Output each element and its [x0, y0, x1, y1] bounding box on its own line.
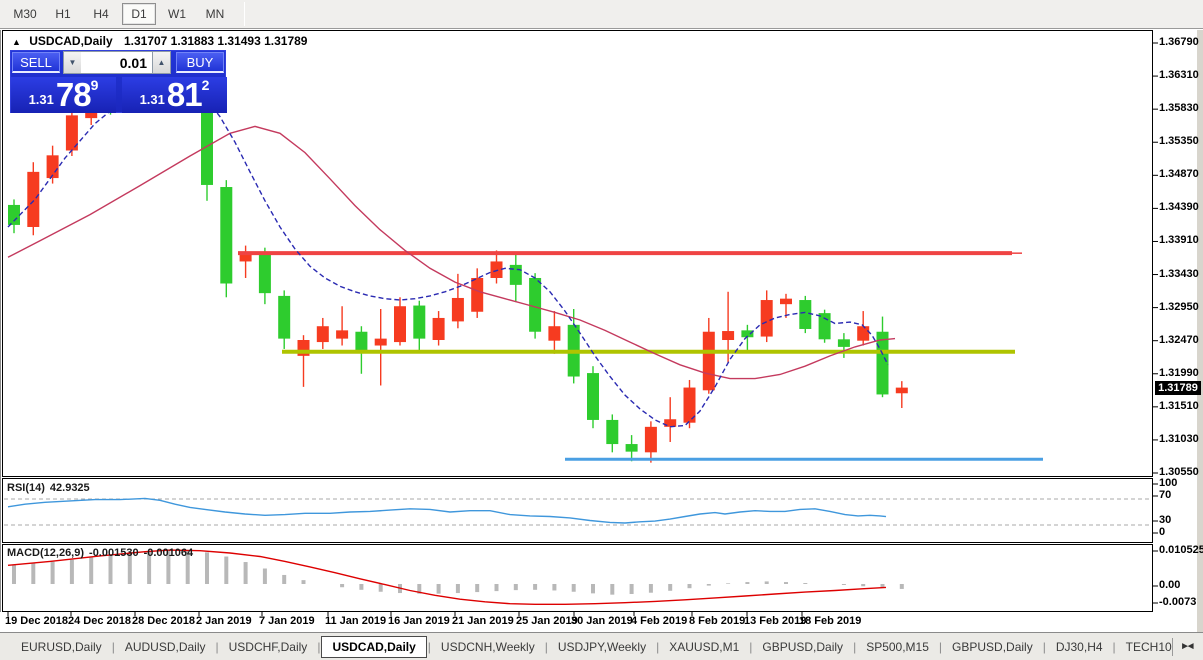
price-axis-label: 1.35830: [1159, 102, 1199, 114]
sell-button[interactable]: SELL: [12, 52, 60, 73]
price-axis-label: 1.36790: [1159, 36, 1199, 48]
tab-separator: |: [656, 640, 659, 654]
price-axis-label: 1.31990: [1159, 367, 1199, 379]
indicator-axis-label: 0.00: [1159, 579, 1180, 591]
trading-platform-window: M30H1H4D1W1MN ▲ USDCAD,Daily 1.31707 1.3…: [0, 0, 1203, 660]
tab-separator: |: [749, 640, 752, 654]
indicator-axis-label: -0.0073: [1159, 596, 1196, 608]
date-axis-label: 11 Jan 2019: [325, 615, 386, 627]
date-axis-label: 4 Feb 2019: [631, 615, 687, 627]
chart-tab-gbpusd-daily[interactable]: GBPUSD,Daily: [753, 636, 852, 658]
price-axis-label: 1.31030: [1159, 433, 1199, 445]
date-axis-label: 19 Dec 2018: [5, 615, 68, 627]
tab-scroll-right-icon[interactable]: ►: [1175, 641, 1195, 652]
chart-tab-audusd-daily[interactable]: AUDUSD,Daily: [116, 636, 215, 658]
date-axis-label: 30 Jan 2019: [571, 615, 633, 627]
collapse-triangle-icon[interactable]: ▲: [12, 37, 21, 47]
buy-price-point: 2: [202, 79, 210, 91]
rsi-name-label: RSI(14): [7, 482, 45, 494]
date-axis-label: 7 Jan 2019: [259, 615, 315, 627]
tab-separator: |: [317, 640, 320, 654]
date-axis-label: 24 Dec 2018: [68, 615, 131, 627]
chart-tab-sp500-m15[interactable]: SP500,M15: [857, 636, 938, 658]
rsi-value: 42.9325: [50, 482, 90, 494]
volume-increase-button[interactable]: ▲: [152, 51, 171, 74]
date-axis-label: 16 Jan 2019: [388, 615, 450, 627]
sell-price-point: 9: [91, 79, 99, 91]
macd-value-main: -0.001530: [89, 547, 139, 559]
volume-decrease-button[interactable]: ▼: [63, 51, 82, 74]
tabbar-divider: [1172, 638, 1173, 656]
chart-tab-usdjpy-weekly[interactable]: USDJPY,Weekly: [549, 636, 655, 658]
price-axis-label: 1.34870: [1159, 168, 1199, 180]
indicator-axis-label: 0: [1159, 526, 1165, 538]
tab-separator: |: [1043, 640, 1046, 654]
chart-tabbar: EURUSD,Daily|AUDUSD,Daily|USDCHF,Daily|U…: [0, 632, 1203, 660]
date-axis-label: 2 Jan 2019: [196, 615, 252, 627]
chart-title: ▲ USDCAD,Daily 1.31707 1.31883 1.31493 1…: [12, 34, 307, 48]
tab-separator: |: [216, 640, 219, 654]
price-axis-label: 1.33430: [1159, 268, 1199, 280]
sell-price-prefix: 1.31: [29, 90, 54, 110]
volume-input[interactable]: [81, 51, 153, 74]
macd-name-label: MACD(12,26,9): [7, 547, 84, 559]
chart-tab-gbpusd-daily[interactable]: GBPUSD,Daily: [943, 636, 1042, 658]
chart-symbol-label: USDCAD,Daily: [29, 34, 112, 48]
price-axis-label: 1.32470: [1159, 334, 1199, 346]
price-axis-label: 1.33910: [1159, 234, 1199, 246]
indicator-axis-label: 0.010525: [1159, 544, 1203, 556]
chart-tab-usdcad-daily[interactable]: USDCAD,Daily: [321, 636, 426, 658]
buy-button[interactable]: BUY: [176, 52, 224, 73]
date-axis-label: 8 Feb 2019: [689, 615, 745, 627]
indicator-axis-label: 30: [1159, 514, 1171, 526]
tab-separator: |: [112, 640, 115, 654]
tab-separator: |: [428, 640, 431, 654]
date-axis-label: 28 Dec 2018: [132, 615, 195, 627]
window-edge: [0, 30, 1, 612]
tab-separator: |: [545, 640, 548, 654]
price-axis-label: 1.31510: [1159, 400, 1199, 412]
chart-tab-dj30-h4[interactable]: DJ30,H4: [1047, 636, 1112, 658]
tab-separator: |: [853, 640, 856, 654]
chart-tab-usdchf-daily[interactable]: USDCHF,Daily: [220, 636, 317, 658]
price-axis-label: 1.36310: [1159, 69, 1199, 81]
sell-price-display[interactable]: 1.31 78 9: [11, 77, 116, 113]
buy-price-prefix: 1.31: [140, 90, 165, 110]
date-axis-label: 18 Feb 2019: [799, 615, 861, 627]
indicator-axis-label: 70: [1159, 489, 1171, 501]
price-axis-label: 1.35350: [1159, 135, 1199, 147]
sell-price-pips: 78: [56, 80, 91, 110]
chart-tab-usdcnh-weekly[interactable]: USDCNH,Weekly: [432, 636, 544, 658]
chart-tab-xauusd-m1[interactable]: XAUUSD,M1: [660, 636, 748, 658]
macd-value-signal: -0.001064: [144, 547, 194, 559]
macd-header: MACD(12,26,9) -0.001530 -0.001064: [7, 547, 198, 559]
rsi-header: RSI(14) 42.9325: [7, 482, 95, 494]
rsi-panel[interactable]: [2, 478, 1153, 543]
indicator-axis-label: 100: [1159, 477, 1177, 489]
one-click-trade-panel: SELL ▼ ▲ BUY 1.31 78 9 1.31 81 2: [10, 50, 226, 113]
date-axis-label: 25 Jan 2019: [516, 615, 578, 627]
tab-separator: |: [939, 640, 942, 654]
date-axis-label: 21 Jan 2019: [452, 615, 514, 627]
buy-price-display[interactable]: 1.31 81 2: [122, 77, 227, 113]
chart-tab-eurusd-daily[interactable]: EURUSD,Daily: [12, 636, 111, 658]
price-axis-label: 1.34390: [1159, 201, 1199, 213]
chevron-up-icon: ▲: [158, 58, 166, 67]
date-axis-label: 13 Feb 2019: [744, 615, 806, 627]
current-price-tag: 1.31789: [1155, 381, 1201, 395]
chart-ohlc-values: 1.31707 1.31883 1.31493 1.31789: [124, 34, 308, 48]
tab-separator: |: [1113, 640, 1116, 654]
price-axis-label: 1.32950: [1159, 301, 1199, 313]
buy-price-pips: 81: [167, 80, 202, 110]
chevron-down-icon: ▼: [69, 58, 77, 67]
